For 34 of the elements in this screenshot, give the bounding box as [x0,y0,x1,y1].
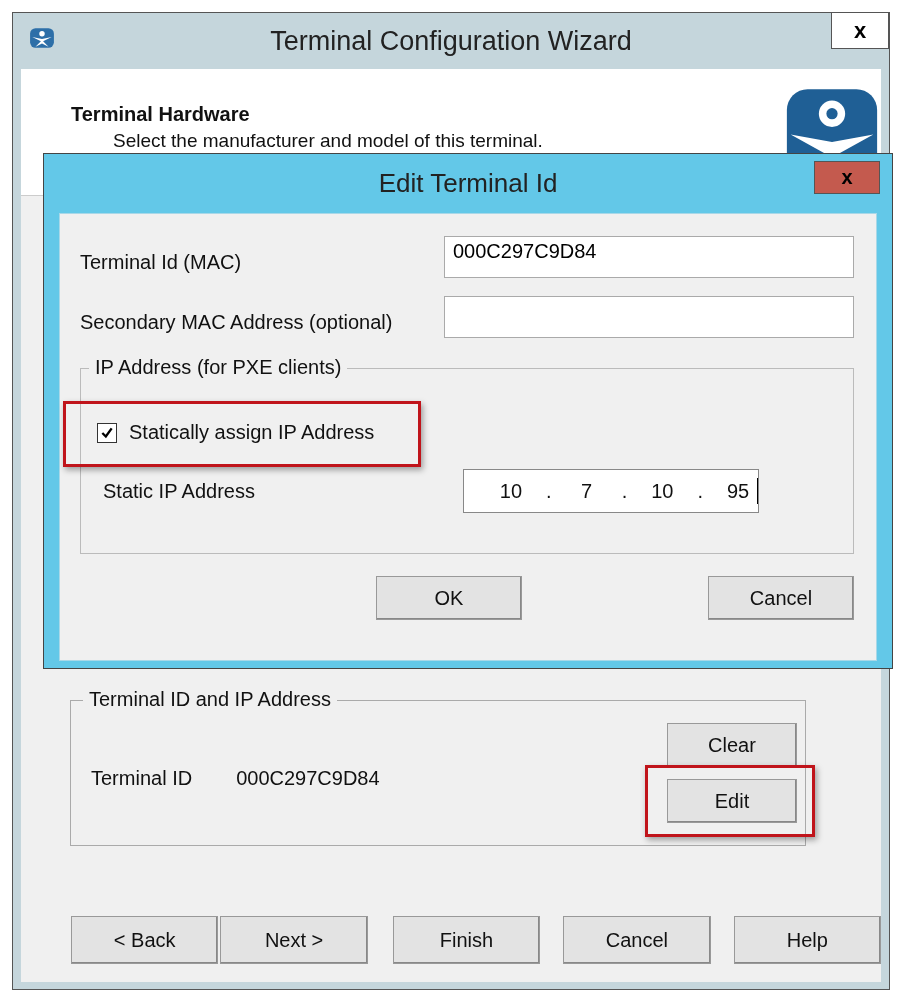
ip-separator: . [696,479,704,503]
ok-button[interactable]: OK [376,576,522,620]
wizard-nav-button[interactable]: Next > [220,916,368,964]
field-label: Terminal Id (MAC) [80,251,242,275]
ip-separator: . [620,479,629,503]
static-ip-label: Static IP Address [103,479,255,503]
text-field[interactable] [444,296,854,338]
ip-address-field[interactable]: 10 . 7 . 10 . 95 [463,469,759,513]
ip-separator: . [545,479,553,503]
close-button[interactable]: x [831,13,889,49]
window-title: Terminal Configuration Wizard [270,25,632,57]
group-legend: IP Address (for PXE clients) [89,356,348,379]
ip-octet: 10 [498,479,524,503]
edit-button[interactable]: Edit [667,779,797,823]
app-icon [29,27,55,49]
text-field[interactable]: 000C297C9D84 [444,236,854,278]
cancel-button[interactable]: Cancel [708,576,854,620]
dialog-title: Edit Terminal Id [378,168,558,199]
wizard-nav-button[interactable]: Cancel [563,916,711,964]
close-button[interactable]: x [814,161,880,194]
wizard-nav-button[interactable]: < Back [71,916,219,964]
page-subtitle: Select the manufacturer and model of this terminal. [112,130,543,152]
wizard-nav-button[interactable]: Help [733,916,882,964]
terminal-id-label: Terminal ID [91,767,193,790]
checkbox-label: Statically assign IP Address [129,421,375,444]
wizard-nav-button[interactable]: Finish [392,916,541,964]
terminal-id-value: 000C297C9D84 [236,767,380,790]
ip-octet: 95 [725,479,751,503]
ip-octet: 7 [580,479,594,503]
ip-octet: 10 [650,479,675,503]
field-label: Secondary MAC Address (optional) [80,311,393,335]
checkbox[interactable] [97,422,117,443]
page-title: Terminal Hardware [71,103,251,126]
clear-button[interactable]: Clear [667,723,797,767]
